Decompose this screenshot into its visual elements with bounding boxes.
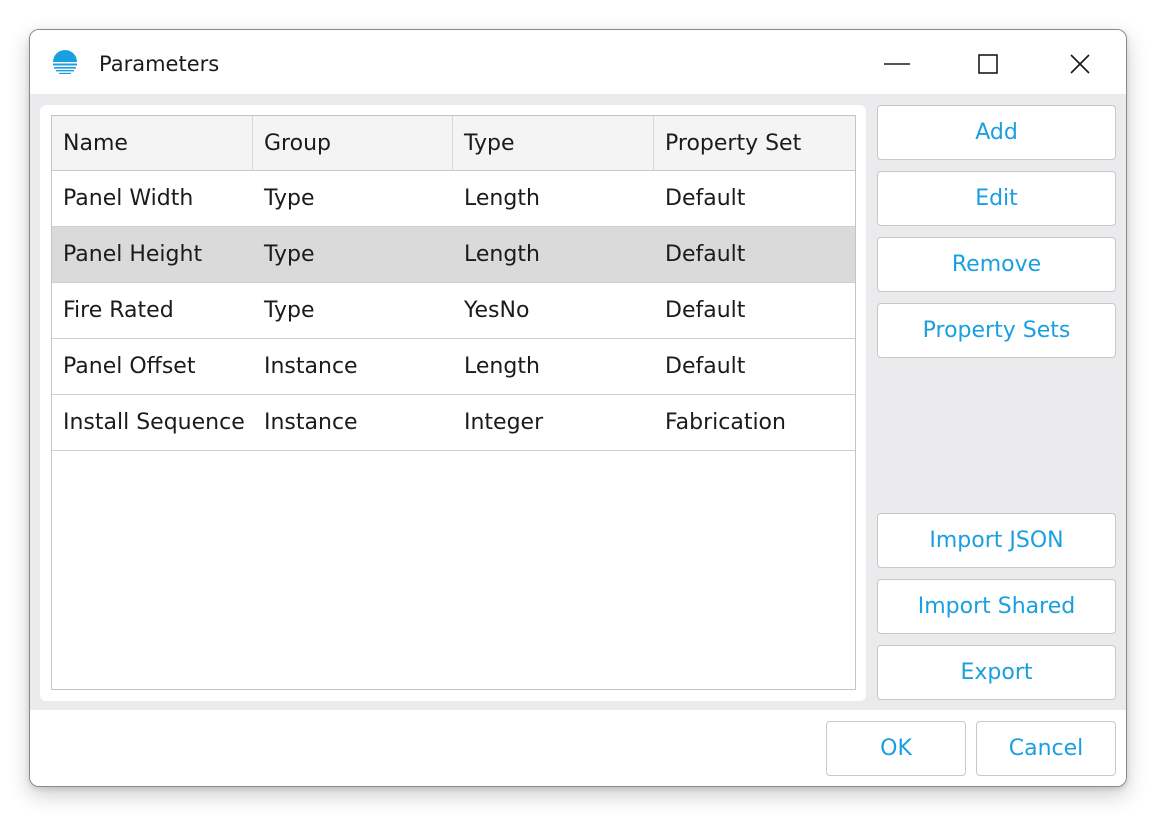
cell-name: Install Sequence	[63, 410, 245, 435]
close-button[interactable]	[1062, 46, 1098, 82]
export-button[interactable]: Export	[877, 645, 1116, 700]
import-shared-button[interactable]: Import Shared	[877, 579, 1116, 634]
cell-property-set: Default	[665, 186, 746, 211]
cell-property-set: Default	[665, 242, 746, 267]
cancel-button[interactable]: Cancel	[976, 721, 1116, 776]
cell-name: Fire Rated	[63, 298, 174, 323]
cell-name: Panel Offset	[63, 354, 196, 379]
window-title: Parameters	[99, 52, 220, 76]
add-button[interactable]: Add	[877, 105, 1116, 160]
maximize-icon	[978, 54, 998, 74]
column-header-name[interactable]: Name	[52, 116, 253, 170]
cell-group: Instance	[264, 410, 358, 435]
table-row[interactable]: Panel Offset Instance Length Default	[52, 339, 855, 395]
cell-group: Type	[264, 298, 315, 323]
table-row[interactable]: Fire Rated Type YesNo Default	[52, 283, 855, 339]
cell-type: Length	[464, 242, 540, 267]
minimize-icon	[884, 63, 910, 65]
import-json-button[interactable]: Import JSON	[877, 513, 1116, 568]
cell-type: Length	[464, 354, 540, 379]
cell-name: Panel Width	[63, 186, 194, 211]
cell-group: Type	[264, 186, 315, 211]
cell-property-set: Default	[665, 354, 746, 379]
remove-button[interactable]: Remove	[877, 237, 1116, 292]
app-logo-icon	[52, 50, 78, 76]
column-header-property-set[interactable]: Property Set	[654, 116, 855, 170]
cell-type: Integer	[464, 410, 544, 435]
title-bar: Parameters	[30, 30, 1126, 94]
cell-group: Instance	[264, 354, 358, 379]
cell-name: Panel Height	[63, 242, 203, 267]
minimize-button[interactable]	[879, 46, 915, 82]
ok-button[interactable]: OK	[826, 721, 966, 776]
parameters-panel: Name Group Type Property Set Panel Width…	[40, 105, 866, 701]
dialog-footer: OK Cancel	[30, 710, 1126, 786]
parameters-table: Name Group Type Property Set Panel Width…	[51, 115, 856, 690]
table-row[interactable]: Panel Width Type Length Default	[52, 171, 855, 227]
maximize-button[interactable]	[970, 46, 1006, 82]
cell-property-set: Default	[665, 298, 746, 323]
cell-type: YesNo	[464, 298, 530, 323]
table-row-selected[interactable]: Panel Height Type Length Default	[52, 227, 855, 283]
table-header: Name Group Type Property Set	[52, 116, 855, 171]
table-row[interactable]: Install Sequence Instance Integer Fabric…	[52, 395, 855, 451]
property-sets-button[interactable]: Property Sets	[877, 303, 1116, 358]
parameters-dialog: Parameters Name Group Type Property Set	[29, 29, 1127, 787]
cell-group: Type	[264, 242, 315, 267]
column-header-group[interactable]: Group	[253, 116, 453, 170]
close-icon	[1070, 54, 1090, 74]
cell-type: Length	[464, 186, 540, 211]
cell-property-set: Fabrication	[665, 410, 786, 435]
edit-button[interactable]: Edit	[877, 171, 1116, 226]
column-header-type[interactable]: Type	[453, 116, 654, 170]
